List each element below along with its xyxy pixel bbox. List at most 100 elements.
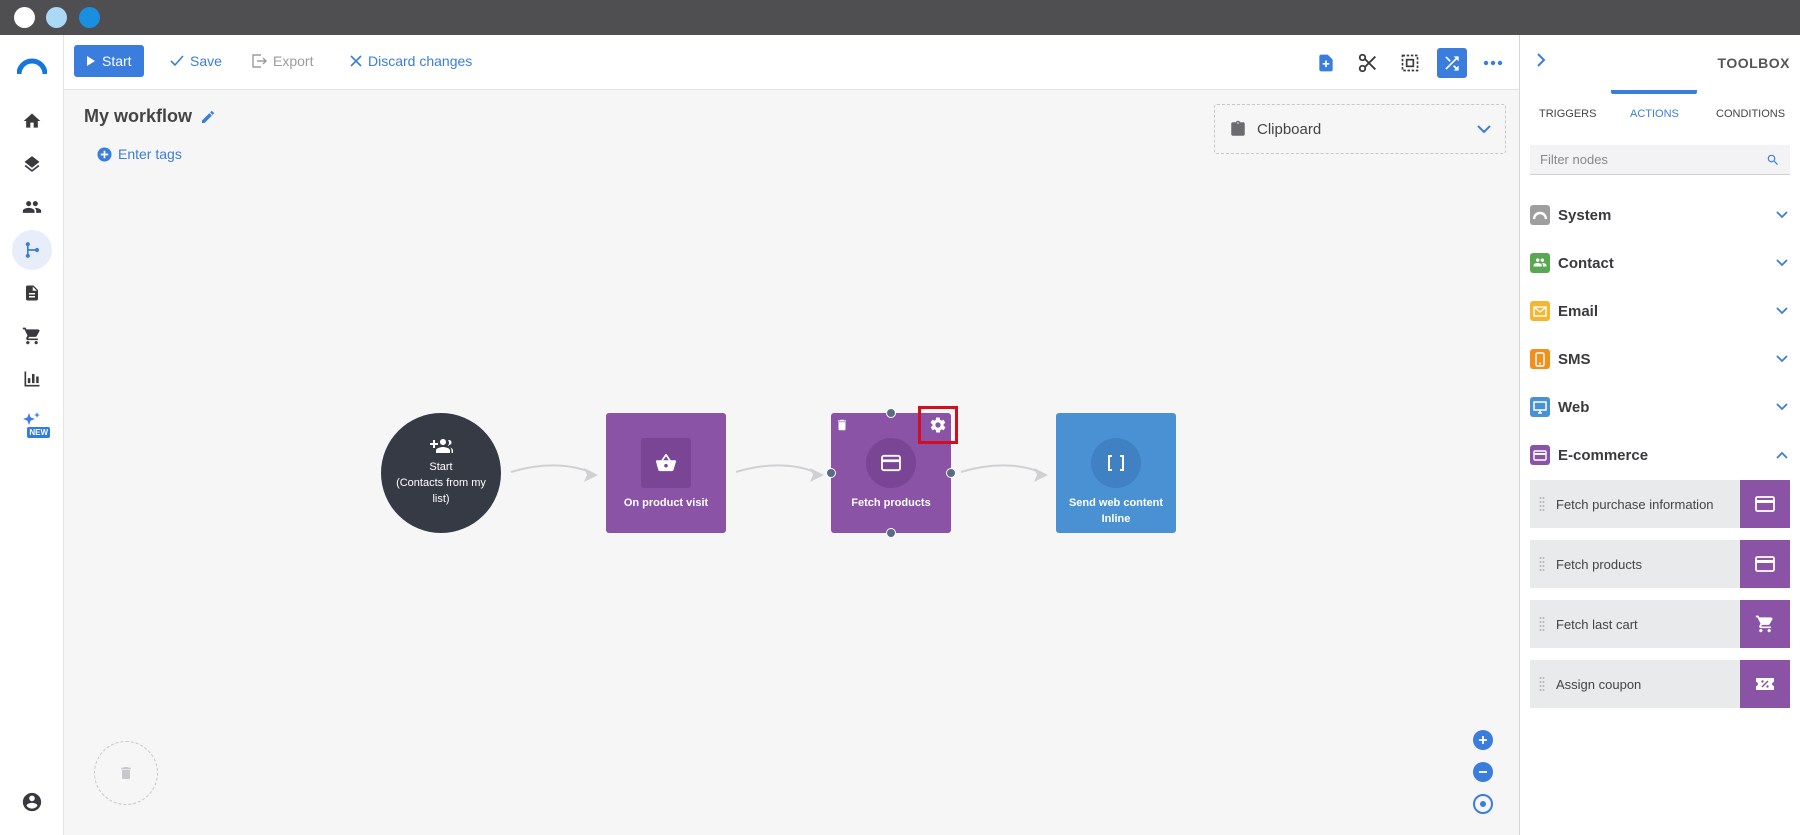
more-options-icon[interactable]: [1478, 48, 1508, 78]
enter-tags-link[interactable]: Enter tags: [97, 146, 182, 162]
chevron-down-icon: [1776, 307, 1788, 315]
action-assign-coupon[interactable]: Assign coupon: [1530, 660, 1790, 708]
nav-reports-icon[interactable]: [12, 359, 52, 399]
node-handle-right[interactable]: [946, 468, 956, 478]
enter-tags-label: Enter tags: [118, 146, 182, 162]
collapse-toolbox-chevron-icon[interactable]: [1536, 53, 1546, 72]
center-view-icon[interactable]: [1473, 794, 1493, 814]
start-node-subtitle: (Contacts from my list): [396, 477, 486, 505]
export-button[interactable]: Export: [252, 45, 313, 77]
discard-changes-button[interactable]: Discard changes: [350, 45, 472, 77]
start-node[interactable]: Start (Contacts from my list): [381, 413, 501, 533]
start-button[interactable]: Start: [74, 45, 144, 77]
window-minimize-button[interactable]: [46, 7, 67, 28]
nav-contacts-icon[interactable]: [12, 187, 52, 227]
add-node-icon[interactable]: [1311, 48, 1341, 78]
node-settings-gear-icon[interactable]: [918, 406, 958, 444]
monitor-icon: [1530, 397, 1550, 417]
drag-handle-icon[interactable]: [1536, 556, 1548, 572]
tab-actions[interactable]: ACTIONS: [1630, 108, 1679, 120]
delete-node-icon[interactable]: [835, 417, 849, 438]
workflow-title-text: My workflow: [84, 106, 193, 126]
nav-account-icon[interactable]: [12, 782, 52, 822]
fetch-products-label: Fetch products: [851, 497, 931, 509]
window-titlebar: [0, 0, 1800, 35]
nav-layers-icon[interactable]: [12, 144, 52, 184]
system-icon: [1530, 205, 1550, 225]
trash-drop-zone[interactable]: [94, 741, 158, 805]
zoom-in-icon[interactable]: [1473, 730, 1493, 750]
category-sms[interactable]: SMS: [1530, 343, 1790, 375]
export-icon: [252, 54, 267, 68]
nav-ai-sparkle-icon[interactable]: NEW: [12, 402, 52, 442]
left-navigation: NEW: [0, 35, 64, 835]
discard-changes-label: Discard changes: [368, 53, 473, 69]
play-icon: [87, 56, 95, 66]
filter-nodes-input[interactable]: [1540, 152, 1766, 167]
category-email-label: Email: [1558, 302, 1599, 320]
app-logo[interactable]: [12, 47, 52, 87]
category-sms-label: SMS: [1558, 350, 1591, 368]
tab-triggers[interactable]: TRIGGERS: [1539, 108, 1596, 120]
nav-cart-icon[interactable]: [12, 316, 52, 356]
action-fetch-products-label: Fetch products: [1556, 556, 1642, 572]
on-product-visit-node[interactable]: On product visit: [606, 413, 726, 533]
save-button-label: Save: [190, 53, 222, 69]
window-maximize-button[interactable]: [79, 7, 100, 28]
auto-layout-icon[interactable]: [1437, 48, 1467, 78]
brackets-icon: [1091, 438, 1141, 488]
check-icon: [170, 55, 184, 67]
window-close-button[interactable]: [14, 7, 35, 28]
clipboard-label: Clipboard: [1257, 120, 1322, 138]
close-icon: [350, 55, 362, 67]
edit-pencil-icon[interactable]: [200, 109, 216, 125]
card-icon: [1530, 445, 1550, 465]
send-web-content-node[interactable]: Send web content Inline: [1056, 413, 1176, 533]
category-web[interactable]: Web: [1530, 391, 1790, 423]
action-fetch-products[interactable]: Fetch products: [1530, 540, 1790, 588]
filter-nodes-field[interactable]: [1530, 145, 1790, 175]
zoom-out-icon[interactable]: [1473, 762, 1493, 782]
action-fetch-last-cart-label: Fetch last cart: [1556, 616, 1638, 632]
chevron-down-icon: [1776, 211, 1788, 219]
clipboard-dropdown[interactable]: Clipboard: [1214, 104, 1506, 154]
nav-workflow-icon[interactable]: [12, 230, 52, 270]
action-assign-coupon-label: Assign coupon: [1556, 676, 1642, 692]
node-handle-bottom[interactable]: [886, 528, 896, 538]
category-system[interactable]: System: [1530, 199, 1790, 231]
drag-handle-icon[interactable]: [1536, 616, 1548, 632]
category-contact[interactable]: Contact: [1530, 247, 1790, 279]
action-fetch-last-cart[interactable]: Fetch last cart: [1530, 600, 1790, 648]
add-contacts-icon: [430, 439, 453, 454]
category-email[interactable]: Email: [1530, 295, 1790, 327]
chevron-down-icon: [1776, 259, 1788, 267]
contacts-icon: [1530, 253, 1550, 273]
nav-home-icon[interactable]: [12, 101, 52, 141]
search-icon: [1767, 154, 1778, 165]
nav-document-icon[interactable]: [12, 273, 52, 313]
toolbox-tabs: TRIGGERS ACTIONS CONDITIONS: [1520, 95, 1800, 135]
select-area-icon[interactable]: [1395, 48, 1425, 78]
new-badge: NEW: [27, 427, 50, 438]
on-product-visit-label: On product visit: [623, 497, 709, 509]
drag-handle-icon[interactable]: [1536, 496, 1548, 512]
scissors-icon[interactable]: [1353, 48, 1383, 78]
basket-icon: [641, 438, 691, 488]
clipboard-icon: [1231, 120, 1245, 136]
node-handle-left[interactable]: [826, 468, 836, 478]
send-web-content-label: Send web content Inline: [1068, 497, 1164, 525]
drag-handle-icon[interactable]: [1536, 676, 1548, 692]
workflow-canvas[interactable]: My workflow Enter tags Clipboard Start (…: [64, 90, 1519, 835]
category-contact-label: Contact: [1558, 254, 1614, 272]
plus-circle-icon: [97, 146, 112, 162]
save-button[interactable]: Save: [170, 45, 222, 77]
chevron-down-icon: [1477, 124, 1491, 133]
node-handle-top[interactable]: [886, 408, 896, 418]
trash-icon: [121, 767, 131, 779]
card-icon: [1740, 480, 1790, 528]
envelope-icon: [1530, 301, 1550, 321]
action-fetch-purchase-information[interactable]: Fetch purchase information: [1530, 480, 1790, 528]
category-ecommerce[interactable]: E-commerce: [1530, 439, 1790, 471]
tab-conditions[interactable]: CONDITIONS: [1716, 108, 1785, 120]
phone-icon: [1530, 349, 1550, 369]
